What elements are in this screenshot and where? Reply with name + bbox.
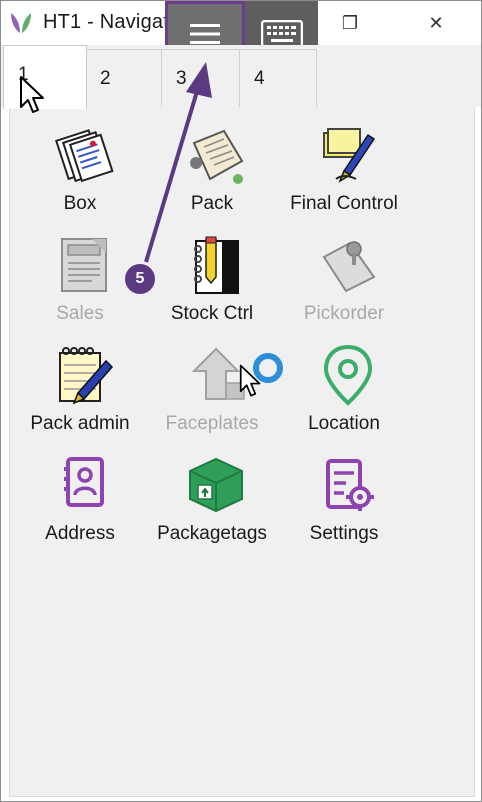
stock-ctrl-notebook-icon <box>194 236 239 294</box>
step-number-badge: 5 <box>125 264 155 294</box>
navigator-panel: Box Pack Final Control Sales Stock Ctrl … <box>9 107 475 797</box>
restore-icon: ❐ <box>341 12 359 33</box>
hamburger-menu-icon <box>190 24 220 44</box>
sales-register-icon <box>61 238 107 292</box>
tab-label: 2 <box>100 68 111 89</box>
nav-item-label: Final Control <box>290 193 398 214</box>
nav-item-final-control[interactable]: Final Control <box>274 119 414 225</box>
pack-admin-notepad-pen-icon <box>59 347 114 405</box>
nav-item-label: Location <box>308 413 380 434</box>
address-book-icon <box>64 457 104 507</box>
nav-item-location[interactable]: Location <box>274 339 414 445</box>
navigator-window: HT1 - Navigator ❐ ✕ 1 2 3 4 Box Pack Fin… <box>0 0 482 802</box>
app-logo-icon <box>11 13 31 33</box>
keyboard-icon <box>260 20 303 48</box>
nav-item-label: Pickorder <box>303 303 385 324</box>
mouse-pointer-icon <box>239 364 261 397</box>
tab-4[interactable]: 4 <box>239 49 317 107</box>
tab-label: 4 <box>254 68 265 89</box>
tab-2[interactable]: 2 <box>85 49 163 107</box>
pack-parcel-icon <box>190 129 244 184</box>
restore-button[interactable]: ❐ <box>327 1 373 45</box>
settings-gear-list-icon <box>326 459 374 511</box>
nav-item-label: Settings <box>309 523 379 544</box>
tab-label: 3 <box>176 68 187 89</box>
close-button[interactable]: ✕ <box>413 1 459 45</box>
nav-item-settings[interactable]: Settings <box>274 449 414 555</box>
close-icon: ✕ <box>428 12 444 33</box>
mouse-pointer-icon <box>20 76 44 113</box>
nav-item-pickorder: Pickorder <box>274 229 414 335</box>
box-documents-icon <box>55 129 114 183</box>
location-pin-icon <box>323 344 373 406</box>
packagetags-box-icon <box>189 457 243 513</box>
tab-strip: 1 2 3 4 <box>1 45 481 109</box>
tab-3[interactable]: 3 <box>161 49 241 107</box>
final-control-note-pen-icon <box>323 128 376 183</box>
pickorder-pin-note-icon <box>322 241 376 293</box>
